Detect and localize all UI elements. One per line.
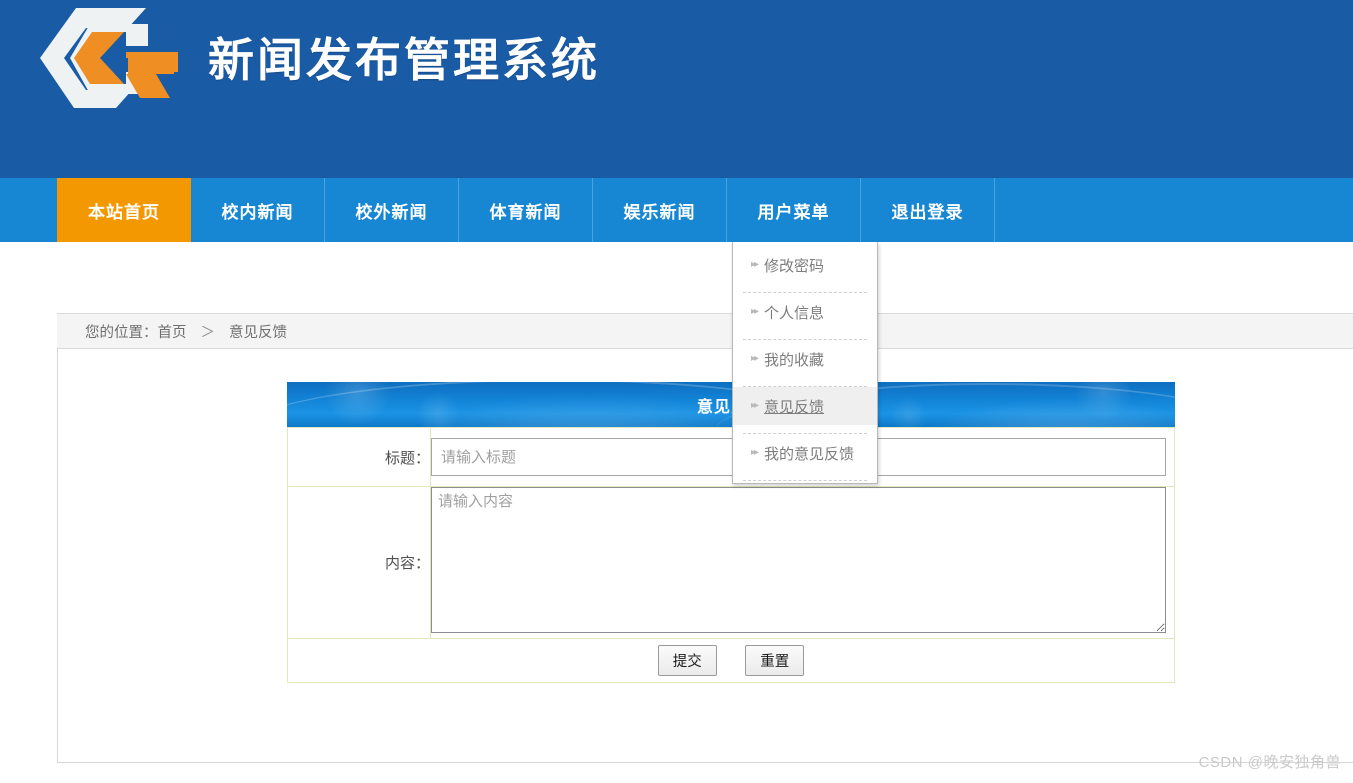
- nav-item-label: 本站首页: [88, 202, 160, 222]
- nav-item-label: 娱乐新闻: [623, 202, 696, 222]
- watermark: CSDN @晚安独角兽: [1198, 754, 1341, 771]
- title-label: 标题：: [287, 427, 431, 487]
- dropdown-item-feedback[interactable]: ▸▸ 意见反馈: [733, 387, 877, 425]
- user-menu-dropdown: ▸▸ 修改密码 ▸▸ 个人信息 ▸▸ 我的收藏 ▸▸ 意见反馈 ▸▸ 我的意见反…: [732, 242, 878, 484]
- breadcrumb: 您的位置： 首页 ＞ 意见反馈: [57, 313, 1353, 349]
- form-actions-cell: 提交 重置: [287, 638, 1175, 683]
- form-row-title: 标题：: [287, 427, 1175, 487]
- dropdown-separator: [743, 425, 867, 434]
- nav-item-entertainment-news[interactable]: 娱乐新闻: [593, 178, 727, 242]
- dropdown-separator: [743, 284, 867, 293]
- nav-item-sports-news[interactable]: 体育新闻: [459, 178, 593, 242]
- feedback-panel: 意见反馈 标题： 内容： 提交 重置: [287, 382, 1175, 683]
- dropdown-item-change-password[interactable]: ▸▸ 修改密码: [733, 246, 877, 284]
- breadcrumb-separator-icon: ＞: [200, 324, 216, 341]
- nav-item-label: 校内新闻: [221, 202, 294, 222]
- nav-right-spacer: [995, 178, 1353, 242]
- dropdown-item-label: 我的意见反馈: [764, 445, 855, 463]
- breadcrumb-prefix: 您的位置：: [85, 324, 158, 341]
- content-textarea[interactable]: [431, 487, 1166, 633]
- page-title: 新闻发布管理系统: [208, 34, 600, 86]
- dropdown-item-label: 意见反馈: [764, 398, 825, 416]
- chevron-right-icon: ▸▸: [751, 259, 759, 270]
- feedback-form: 标题： 内容： 提交 重置: [287, 427, 1175, 683]
- nav-item-label: 退出登录: [891, 202, 964, 222]
- nav-item-label: 用户菜单: [757, 202, 830, 222]
- nav-item-label: 校外新闻: [355, 202, 428, 222]
- nav-left-spacer: [0, 178, 57, 242]
- nav-item-label: 体育新闻: [489, 202, 562, 222]
- main-navigation: 本站首页 校内新闻 校外新闻 体育新闻 娱乐新闻 用户菜单 退出登录: [0, 178, 1353, 242]
- dropdown-item-label: 个人信息: [764, 304, 825, 322]
- site-header: 新闻发布管理系统: [0, 0, 1353, 178]
- content-field-cell: [430, 486, 1175, 639]
- dropdown-item-label: 修改密码: [764, 257, 825, 275]
- nav-item-campus-news[interactable]: 校内新闻: [191, 178, 325, 242]
- breadcrumb-current: 意见反馈: [229, 324, 287, 341]
- dropdown-item-profile[interactable]: ▸▸ 个人信息: [733, 293, 877, 331]
- nav-item-offcampus-news[interactable]: 校外新闻: [325, 178, 459, 242]
- chevron-right-icon: ▸▸: [751, 400, 759, 411]
- chevron-right-icon: ▸▸: [751, 447, 759, 458]
- form-row-actions: 提交 重置: [287, 638, 1175, 683]
- nav-item-logout[interactable]: 退出登录: [861, 178, 995, 242]
- dropdown-separator: [743, 472, 867, 481]
- submit-button[interactable]: 提交: [657, 645, 717, 676]
- panel-header: 意见反馈: [287, 382, 1175, 427]
- dropdown-item-label: 我的收藏: [764, 351, 825, 369]
- dropdown-separator: [743, 331, 867, 340]
- content-label: 内容：: [287, 486, 431, 639]
- nav-item-home[interactable]: 本站首页: [57, 178, 191, 242]
- chevron-right-icon: ▸▸: [751, 353, 759, 364]
- dropdown-item-favorites[interactable]: ▸▸ 我的收藏: [733, 340, 877, 378]
- reset-button[interactable]: 重置: [745, 645, 805, 676]
- chevron-right-icon: ▸▸: [751, 306, 759, 317]
- breadcrumb-link-home[interactable]: 首页: [158, 321, 187, 342]
- dropdown-separator: [743, 378, 867, 387]
- form-row-content: 内容：: [287, 486, 1175, 639]
- company-logo: [28, 6, 178, 110]
- dropdown-item-my-feedback[interactable]: ▸▸ 我的意见反馈: [733, 434, 877, 472]
- nav-item-user-menu[interactable]: 用户菜单: [727, 178, 861, 242]
